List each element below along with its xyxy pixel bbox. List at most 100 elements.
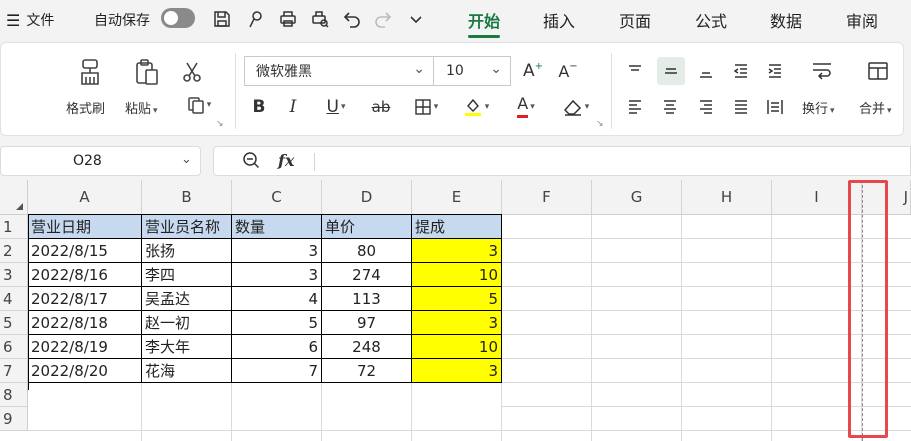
save-icon[interactable] [209,6,235,32]
distributed-align-icon[interactable] [762,94,788,120]
column-header-a[interactable]: A [28,180,142,215]
column-header-g[interactable]: G [592,180,682,215]
column-header-f[interactable]: F [502,180,592,215]
table-cell[interactable]: 6 [232,335,322,359]
font-color-button[interactable]: A ▾ [506,94,546,120]
table-cell[interactable]: 2022/8/17 [28,287,142,311]
table-cell[interactable]: 7 [232,359,322,383]
table-cell[interactable]: 80 [322,239,412,263]
column-header-e[interactable]: E [412,180,502,215]
table-cell[interactable]: 3 [412,311,502,335]
table-cell[interactable]: 4 [232,287,322,311]
table-cell[interactable]: 248 [322,335,412,359]
column-header-b[interactable]: B [142,180,232,215]
cell-d1[interactable]: 单价 [322,215,412,239]
row-header[interactable]: 1 [0,215,28,239]
strikethrough-button[interactable]: ab [368,94,394,120]
table-cell[interactable]: 李四 [142,263,232,287]
paste-label-wrap[interactable]: 粘贴 ▾ [125,98,158,117]
fill-color-button[interactable]: ▾ [456,94,496,120]
table-cell[interactable]: 吴孟达 [142,287,232,311]
table-cell[interactable]: 10 [412,335,502,359]
copy-button[interactable]: ▾ [181,94,217,116]
increase-font-size-icon[interactable]: A + [520,58,546,84]
font-dialog-launcher-icon[interactable]: ↘ [596,119,604,129]
table-cell[interactable]: 3 [232,239,322,263]
undo-icon[interactable] [339,6,365,32]
insert-function-icon[interactable]: fx [278,151,294,170]
cell-b1[interactable]: 营业员名称 [142,215,232,239]
table-cell[interactable]: 5 [232,311,322,335]
table-cell[interactable]: 5 [412,287,502,311]
table-cell[interactable]: 李大年 [142,335,232,359]
row-header[interactable]: 5 [0,311,28,335]
wrap-text-button[interactable]: 换行 ▾ [802,98,835,117]
print-icon[interactable] [275,6,301,32]
wrap-text-icon[interactable] [809,58,835,84]
align-left-icon[interactable] [622,94,648,120]
file-menu[interactable]: ☰ 文件 [6,0,54,40]
table-cell[interactable]: 花海 [142,359,232,383]
cut-icon[interactable] [179,59,205,85]
table-cell[interactable]: 张扬 [142,239,232,263]
zoom-formula-icon[interactable] [242,151,260,173]
sheet-grid[interactable]: A B C D E F G H I J 1 2 3 4 5 6 7 8 9 营业… [0,180,911,441]
table-cell[interactable]: 2022/8/20 [28,359,142,383]
cell-a1[interactable]: 营业日期 [28,215,142,239]
table-cell[interactable]: 2022/8/15 [28,239,142,263]
justify-icon[interactable] [728,94,754,120]
table-cell[interactable]: 113 [322,287,412,311]
clipboard-dialog-launcher-icon[interactable]: ↘ [216,119,224,129]
table-cell[interactable]: 3 [232,263,322,287]
font-size-select[interactable]: 10 ⌄ [433,56,511,86]
align-right-icon[interactable] [693,94,719,120]
redo-icon[interactable] [370,6,396,32]
italic-button[interactable]: I [280,94,306,120]
row-header[interactable]: 8 [0,383,28,407]
tab-review[interactable]: 审阅 [846,0,878,40]
tab-data[interactable]: 数据 [770,0,802,40]
table-cell[interactable]: 274 [322,263,412,287]
cell-e1[interactable]: 提成 [412,215,502,239]
table-cell[interactable]: 赵一初 [142,311,232,335]
table-cell[interactable]: 2022/8/19 [28,335,142,359]
table-cell[interactable]: 3 [412,359,502,383]
align-center-icon[interactable] [657,94,683,120]
clear-format-button[interactable]: ▾ [556,94,596,120]
merge-cells-icon[interactable] [865,58,891,84]
select-all-corner[interactable] [0,180,28,215]
table-cell[interactable]: 72 [322,359,412,383]
underline-button[interactable]: U ▾ [316,94,356,120]
row-header[interactable]: 4 [0,287,28,311]
column-header-c[interactable]: C [232,180,322,215]
column-header-d[interactable]: D [322,180,412,215]
merge-button[interactable]: 合并 ▾ [859,98,892,117]
table-cell[interactable]: 2022/8/18 [28,311,142,335]
row-header[interactable]: 9 [0,407,28,431]
tab-home[interactable]: 开始 [468,0,501,40]
quick-access-more-icon[interactable] [403,6,429,32]
autosave-toggle[interactable] [161,8,195,28]
tab-formula[interactable]: 公式 [695,0,727,40]
tab-page[interactable]: 页面 [619,0,651,40]
table-cell[interactable]: 97 [322,311,412,335]
name-box[interactable]: O28 ⌄ [0,146,201,176]
format-painter-button[interactable] [73,55,107,89]
borders-button[interactable]: ▾ [406,94,446,120]
column-header-h[interactable]: H [682,180,772,215]
table-cell[interactable]: 10 [412,263,502,287]
increase-indent-icon[interactable] [762,58,788,84]
cell-c1[interactable]: 数量 [232,215,322,239]
print-preview-icon[interactable] [307,6,333,32]
align-bottom-icon[interactable] [693,58,719,84]
table-cell[interactable]: 2022/8/16 [28,263,142,287]
bold-button[interactable]: B [246,94,272,120]
align-middle-icon[interactable] [657,57,685,85]
align-top-icon[interactable] [622,58,648,84]
paste-button[interactable] [130,55,164,89]
row-header[interactable]: 6 [0,335,28,359]
decrease-indent-icon[interactable] [728,58,754,84]
table-cell[interactable]: 3 [412,239,502,263]
format-painter-quick-icon[interactable] [243,6,269,32]
row-header[interactable]: 3 [0,263,28,287]
